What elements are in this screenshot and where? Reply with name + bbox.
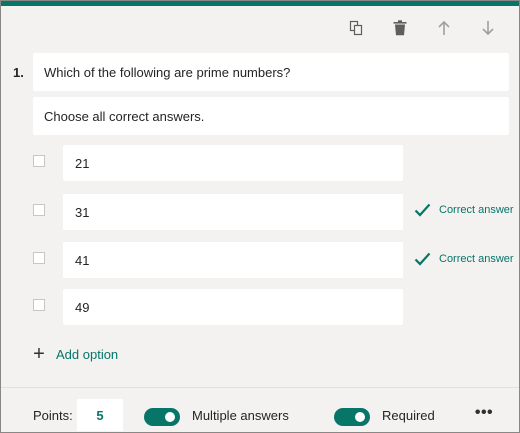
ellipsis-icon[interactable]: ••• [473, 402, 495, 424]
move-down-icon[interactable] [475, 17, 501, 39]
toggle-knob [355, 412, 365, 422]
copy-icon[interactable] [343, 17, 369, 39]
option-input[interactable]: 49 [63, 289, 403, 325]
required-toggle[interactable] [334, 408, 370, 426]
option-checkbox[interactable] [33, 299, 45, 311]
move-up-icon[interactable] [431, 17, 457, 39]
question-footer: Points: 5 Multiple answers Required ••• [1, 387, 519, 432]
correct-answer-toggle[interactable]: Correct answer [414, 203, 514, 217]
plus-icon: + [33, 343, 45, 365]
points-label: Points: [33, 408, 73, 423]
option-input[interactable]: 31 [63, 194, 403, 230]
toggle-knob [165, 412, 175, 422]
required-label: Required [382, 408, 435, 423]
option-input[interactable]: 41 [63, 242, 403, 278]
checkmark-icon [414, 203, 431, 217]
add-option-label: Add option [56, 346, 119, 362]
question-subtitle-input[interactable]: Choose all correct answers. [33, 97, 509, 135]
question-card: 1. Which of the following are prime numb… [0, 0, 520, 433]
correct-answer-label: Correct answer [439, 253, 514, 265]
multiple-answers-toggle[interactable] [144, 408, 180, 426]
delete-icon[interactable] [387, 17, 413, 39]
option-checkbox[interactable] [33, 155, 45, 167]
option-input[interactable]: 21 [63, 145, 403, 181]
multiple-answers-label: Multiple answers [192, 408, 289, 423]
option-checkbox[interactable] [33, 204, 45, 216]
points-input[interactable]: 5 [77, 399, 123, 431]
question-number: 1. [13, 65, 24, 80]
option-checkbox[interactable] [33, 252, 45, 264]
correct-answer-label: Correct answer [439, 204, 514, 216]
add-option-button[interactable]: + Add option [31, 343, 119, 365]
checkmark-icon [414, 252, 431, 266]
accent-bar [1, 1, 519, 6]
correct-answer-toggle[interactable]: Correct answer [414, 252, 514, 266]
question-title-input[interactable]: Which of the following are prime numbers… [33, 53, 509, 91]
question-toolbar [343, 17, 501, 39]
